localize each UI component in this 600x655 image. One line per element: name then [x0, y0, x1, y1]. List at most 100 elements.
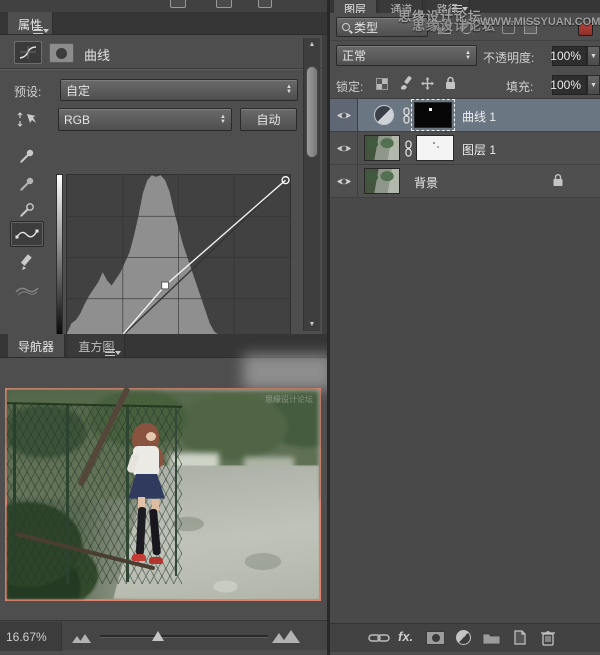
zoom-percent-field[interactable]: 16.67% — [0, 622, 62, 651]
preset-dropdown[interactable]: 自定 ▲▼ — [60, 79, 298, 101]
photo-fence-post — [66, 405, 69, 585]
zoom-slider-track[interactable] — [100, 635, 268, 638]
scroll-down-icon[interactable]: ▼ — [304, 321, 320, 328]
cutoff-camera-icon — [216, 0, 232, 8]
layer-mask-thumb-selected[interactable] — [414, 102, 452, 128]
lock-row: 锁定: 填充: — [330, 70, 600, 99]
properties-scrollbar[interactable]: ▲ ▼ — [303, 38, 320, 331]
channel-value: RGB — [64, 113, 90, 127]
smooth-curve-icon[interactable] — [10, 277, 44, 303]
layer-style-fx-icon[interactable]: fx. — [398, 629, 413, 644]
scrollbar-thumb[interactable] — [306, 66, 318, 158]
lock-paint-brush-icon[interactable] — [398, 76, 413, 91]
cutoff-folder-icon — [258, 0, 272, 8]
layer-visibility-eye-icon[interactable] — [330, 165, 358, 197]
scroll-up-icon[interactable]: ▲ — [304, 41, 320, 48]
fill-dropdown-arrow[interactable]: ▼ — [587, 75, 600, 95]
black-point-eyedropper-icon[interactable] — [10, 143, 44, 169]
search-icon — [342, 23, 350, 31]
curve-mid-point — [162, 282, 169, 289]
auto-button[interactable]: 自动 — [240, 108, 297, 131]
photo-girl-face — [146, 432, 156, 441]
stepper-arrows-icon: ▲▼ — [220, 115, 226, 125]
opacity-value-field[interactable]: 100% — [552, 46, 587, 66]
gray-point-eyedropper-icon[interactable] — [10, 171, 44, 197]
layers-empty-area — [330, 198, 600, 623]
layer-name[interactable]: 图层 1 — [462, 141, 496, 158]
layer-name[interactable]: 背景 — [414, 174, 438, 191]
preset-label: 预设: — [14, 83, 41, 100]
blurred-watermark-patch — [243, 354, 333, 390]
layer-image-thumb[interactable] — [364, 168, 400, 194]
zoom-slider-thumb[interactable] — [152, 625, 164, 641]
stepper-arrows-icon: ▲▼ — [465, 51, 471, 61]
layer-row-curves[interactable]: 曲线 1 — [330, 99, 600, 132]
fill-value: 100% — [550, 78, 581, 92]
layer-row-layer1[interactable]: 图层 1 — [330, 132, 600, 165]
opacity-label: 不透明度: — [483, 49, 534, 66]
channel-dropdown[interactable]: RGB ▲▼ — [58, 108, 232, 131]
navigator-zoom-bar: 16.67% — [0, 620, 327, 650]
curves-badge-icon — [14, 41, 42, 64]
targeted-adjustment-tool[interactable] — [10, 107, 44, 133]
new-group-icon[interactable] — [482, 631, 501, 645]
blend-mode-dropdown[interactable]: 正常 ▲▼ — [336, 45, 477, 66]
output-gradient-bar — [56, 174, 63, 341]
top-cutoff-strip — [0, 0, 327, 12]
left-panel-column: 属性 曲线 预设: 自定 ▲▼ — [0, 0, 327, 655]
filter-kind-value: 类型 — [354, 19, 378, 36]
preset-value: 自定 — [66, 82, 90, 99]
watermark-site-url: WWW.MISSYUAN.COM — [480, 16, 600, 28]
fill-label: 填充: — [506, 78, 533, 95]
layers-list: 曲线 1 图层 1 — [330, 99, 600, 198]
lock-all-icon[interactable] — [444, 76, 457, 91]
edit-points-tool[interactable] — [10, 221, 44, 247]
blend-mode-value: 正常 — [342, 47, 366, 64]
new-layer-icon[interactable] — [512, 629, 527, 646]
link-layers-icon[interactable] — [368, 632, 390, 644]
photo-fence-post — [13, 403, 16, 587]
opacity-dropdown-arrow[interactable]: ▼ — [587, 46, 600, 66]
navigator-preview[interactable]: 思缘设计论坛 — [5, 388, 321, 601]
layer-visibility-eye-icon[interactable] — [330, 99, 358, 131]
stepper-arrows-icon: ▲▼ — [286, 85, 292, 95]
mask-badge-icon[interactable] — [49, 43, 74, 63]
curves-editor[interactable] — [66, 174, 291, 341]
lock-label: 锁定: — [336, 78, 363, 95]
mask-link-icon[interactable] — [404, 140, 413, 157]
curves-adjustment-thumb[interactable] — [374, 105, 394, 125]
tab-navigator[interactable]: 导航器 — [8, 334, 65, 357]
curve-white-point — [282, 177, 289, 184]
tab-layers[interactable]: 图层 — [334, 0, 377, 13]
lock-transparency-icon[interactable] — [376, 78, 388, 90]
curves-svg — [67, 175, 290, 340]
fill-value-field[interactable]: 100% — [552, 75, 587, 95]
lock-position-icon[interactable] — [420, 76, 435, 91]
layer-row-background[interactable]: 背景 — [330, 165, 600, 198]
add-mask-icon[interactable] — [426, 631, 445, 645]
cutoff-newitem-icon — [170, 0, 186, 8]
navigator-panel: 思缘设计论坛 16.67% — [0, 358, 327, 655]
adjustment-title: 曲线 — [84, 45, 110, 64]
auto-button-label: 自动 — [256, 111, 280, 128]
white-point-eyedropper-icon[interactable] — [10, 197, 44, 223]
zoom-in-mountains-icon[interactable] — [272, 626, 302, 643]
layer-mask-thumb[interactable] — [416, 135, 454, 161]
mask-link-icon[interactable] — [402, 107, 411, 124]
delete-layer-icon[interactable] — [540, 629, 556, 646]
photoshop-workspace: 属性 曲线 预设: 自定 ▲▼ — [0, 0, 600, 655]
pencil-tool[interactable] — [10, 250, 44, 276]
photo-fence-post — [126, 407, 129, 583]
new-adjustment-layer-icon[interactable] — [456, 630, 471, 645]
photo-dappled-light — [132, 474, 319, 599]
opacity-value: 100% — [550, 49, 581, 63]
layer-visibility-eye-icon[interactable] — [330, 132, 358, 164]
blend-row: 正常 ▲▼ 不透明度: 100% ▼ — [330, 41, 600, 70]
divider-highlight — [0, 69, 322, 70]
zoom-out-mountains-icon[interactable] — [72, 629, 94, 643]
layer-image-thumb[interactable] — [364, 135, 400, 161]
layers-panel-column: 图层 通道 路径 类型 ▲▼ T 正常 ▲▼ 不透明度: — [330, 0, 600, 655]
layer-name[interactable]: 曲线 1 — [462, 108, 496, 125]
layers-footer: fx. — [330, 623, 600, 652]
properties-panel: 曲线 预设: 自定 ▲▼ RGB ▲▼ 自动 — [0, 35, 322, 334]
